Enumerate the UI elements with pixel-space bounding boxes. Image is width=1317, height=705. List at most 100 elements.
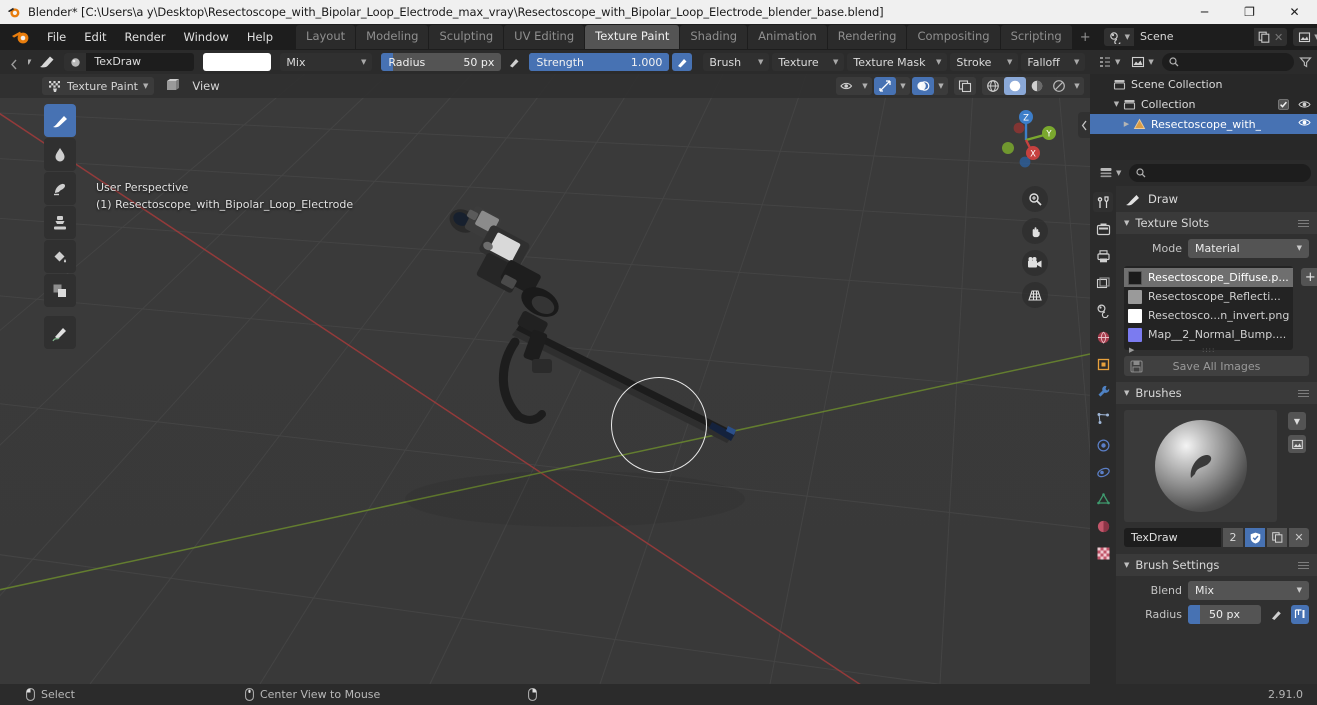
add-texture-slot-button[interactable]: + (1301, 268, 1317, 286)
prop-tab-output[interactable] (1093, 246, 1113, 266)
visibility-popover[interactable]: ▼ (836, 77, 872, 95)
outliner-filter-id[interactable]: ▼ (1128, 53, 1156, 71)
brush-blend-dropdown[interactable]: Mix ▼ (1188, 580, 1309, 600)
texture-slot-mode-dropdown[interactable]: Material ▼ (1188, 238, 1309, 258)
strength-slider[interactable]: Strength 1.000 (529, 53, 670, 71)
brush-color-swatch[interactable] (203, 53, 272, 71)
outliner-row-object[interactable]: ▶ Resectoscope_with_ (1090, 114, 1317, 134)
navigation-gizmo[interactable]: Z Y X (986, 100, 1066, 180)
prop-tab-render[interactable] (1093, 219, 1113, 239)
duplicate-icon[interactable] (1258, 31, 1270, 43)
tab-sculpting[interactable]: Sculpting (429, 24, 504, 50)
falloff-popover[interactable]: Falloff ▼ (1021, 53, 1086, 71)
brush-preset-dropdown-button[interactable]: ▼ (1288, 412, 1306, 430)
resectoscope-model[interactable] (0, 74, 1090, 684)
prop-tab-constraints[interactable] (1093, 462, 1113, 482)
view-layer-browse-button[interactable]: ▼ (1293, 28, 1317, 46)
maximize-button[interactable]: ❐ (1227, 0, 1272, 24)
solid-icon[interactable] (1004, 77, 1026, 95)
scene-unlink-button[interactable]: ✕ (1274, 31, 1283, 44)
tool-soften[interactable] (44, 138, 76, 171)
transform-orientation-icon[interactable] (164, 78, 181, 95)
list-item[interactable]: Resectoscope_Diffuse.p... (1124, 268, 1294, 287)
tab-scripting[interactable]: Scripting (1000, 24, 1072, 50)
add-workspace-button[interactable]: + (1073, 26, 1098, 49)
stroke-popover[interactable]: Stroke ▼ (950, 53, 1019, 71)
overlays-popover[interactable]: ▼ (912, 77, 948, 95)
list-grip-icon[interactable]: :::: (1202, 346, 1215, 354)
viewport-view-menu[interactable]: View (185, 77, 226, 95)
tool-smear[interactable] (44, 172, 76, 205)
tab-rendering[interactable]: Rendering (827, 24, 907, 50)
wireframe-icon[interactable] (982, 77, 1004, 95)
outliner-search-input[interactable] (1161, 53, 1294, 71)
camera-view-button[interactable] (1022, 250, 1048, 276)
properties-editor-type[interactable]: ▼ (1096, 164, 1124, 182)
texture-mask-popover[interactable]: Texture Mask ▼ (847, 53, 948, 71)
prop-tab-data[interactable] (1093, 489, 1113, 509)
panel-texture-slots[interactable]: ▼ Texture Slots (1116, 212, 1317, 234)
prop-tab-material[interactable] (1093, 516, 1113, 536)
list-item[interactable]: Resectoscope_Reflecti... (1124, 287, 1293, 306)
brush-duplicate-button[interactable] (1267, 528, 1287, 547)
outliner-row-scene-collection[interactable]: Scene Collection (1090, 74, 1317, 94)
brush-user-count[interactable]: 2 (1223, 528, 1243, 547)
brush-preview[interactable] (1124, 410, 1277, 522)
radius-pressure-toggle[interactable] (1267, 605, 1285, 624)
prop-tab-modifiers[interactable] (1093, 381, 1113, 401)
texture-slot-list[interactable]: Resectoscope_Diffuse.p... Resectoscope_R… (1124, 266, 1294, 354)
outliner-display-mode[interactable]: ▼ (1095, 53, 1123, 71)
menu-file[interactable]: File (38, 27, 75, 47)
panel-brush-settings[interactable]: ▼ Brush Settings (1116, 554, 1317, 576)
save-all-images-button[interactable]: Save All Images (1124, 356, 1309, 376)
disclosure-triangle[interactable] (1100, 74, 1113, 94)
zoom-button[interactable] (1022, 186, 1048, 212)
menu-help[interactable]: Help (238, 27, 282, 47)
disclosure-triangle[interactable]: ▼ (1110, 94, 1123, 114)
brush-radius-slider[interactable]: 50 px (1188, 604, 1261, 624)
prop-tab-physics[interactable] (1093, 435, 1113, 455)
brush-fake-user-toggle[interactable] (1245, 528, 1265, 547)
tab-animation[interactable]: Animation (748, 24, 827, 50)
scene-browse-button[interactable]: ▼ (1103, 28, 1134, 46)
rendered-icon[interactable] (1048, 77, 1070, 95)
blend-mode-dropdown[interactable]: Mix ▼ (280, 53, 373, 71)
panel-brushes[interactable]: ▼ Brushes (1116, 382, 1317, 404)
radius-slider[interactable]: Radius 50 px (381, 53, 502, 71)
material-preview-icon[interactable] (1026, 77, 1048, 95)
outliner-editor[interactable]: Scene Collection ▼ Collection ▶ Resectos… (1090, 74, 1317, 160)
properties-editor[interactable]: ▼ Draw ▼ Texture Slots Mode Material ▼ R… (1090, 160, 1317, 684)
tool-mask[interactable] (44, 274, 76, 307)
prop-tab-view-layer[interactable] (1093, 273, 1113, 293)
toggle-perspective-button[interactable] (1022, 282, 1048, 308)
tab-texture-paint[interactable]: Texture Paint (585, 24, 680, 50)
prop-tab-tool[interactable] (1093, 192, 1113, 212)
eye-icon[interactable] (1298, 117, 1311, 128)
prop-tab-particles[interactable] (1093, 408, 1113, 428)
tab-layout[interactable]: Layout (296, 24, 356, 50)
checkbox-icon[interactable] (1278, 98, 1289, 110)
pan-button[interactable] (1022, 218, 1048, 244)
minimize-button[interactable]: ─ (1182, 0, 1227, 24)
radius-pressure-toggle[interactable] (504, 53, 524, 71)
brush-preview-render-button[interactable] (1288, 435, 1306, 453)
tool-clone[interactable] (44, 206, 76, 239)
brush-datablock[interactable]: TexDraw (64, 53, 195, 71)
prop-tab-object[interactable] (1093, 354, 1113, 374)
menu-edit[interactable]: Edit (75, 27, 115, 47)
tool-annotate[interactable] (44, 316, 76, 349)
list-item[interactable]: Map__2_Normal_Bump.... (1124, 325, 1293, 344)
prop-tab-texture[interactable] (1093, 543, 1113, 563)
list-item[interactable]: Resectosco...n_invert.png (1124, 306, 1293, 325)
tab-uv-editing[interactable]: UV Editing (504, 24, 585, 50)
tool-draw[interactable] (44, 104, 76, 137)
menu-render[interactable]: Render (116, 27, 175, 47)
close-button[interactable]: ✕ (1272, 0, 1317, 24)
radius-unit-toggle[interactable] (1291, 604, 1309, 624)
interaction-mode-dropdown[interactable]: Texture Paint ▼ (42, 77, 155, 95)
filter-icon[interactable] (1299, 56, 1312, 69)
eye-icon[interactable] (1298, 99, 1311, 110)
strength-pressure-toggle[interactable] (672, 53, 693, 71)
brush-popover[interactable]: Brush ▼ (703, 53, 770, 71)
brush-name-input[interactable]: TexDraw (1124, 528, 1221, 547)
